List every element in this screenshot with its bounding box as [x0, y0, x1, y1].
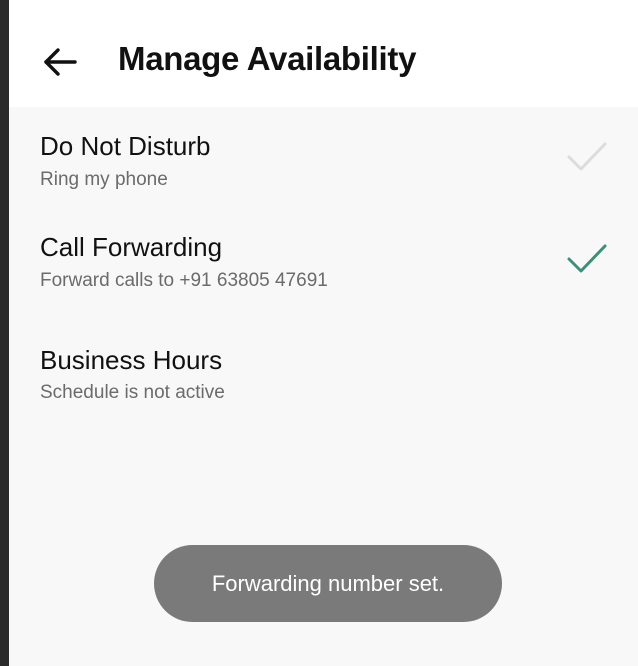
window-edge	[0, 0, 9, 666]
checkmark-icon	[567, 142, 607, 171]
status-strip	[9, 0, 638, 10]
list-item-do-not-disturb[interactable]: Do Not Disturb Ring my phone	[9, 107, 638, 207]
list-item-call-forwarding[interactable]: Call Forwarding Forward calls to +91 638…	[9, 208, 638, 308]
item-title: Call Forwarding	[40, 232, 223, 262]
item-subtitle: Schedule is not active	[40, 382, 225, 403]
toast-message: Forwarding number set.	[211, 570, 445, 596]
back-button[interactable]	[40, 42, 80, 82]
item-subtitle: Forward calls to +91 63805 47691	[40, 270, 328, 291]
item-title: Do Not Disturb	[40, 131, 211, 161]
app-frame: Manage Availability Do Not Disturb Ring …	[0, 0, 638, 666]
page-title: Manage Availability	[118, 40, 417, 77]
item-subtitle: Ring my phone	[40, 169, 168, 190]
toast-notification: Forwarding number set.	[154, 545, 502, 622]
checkmark-icon	[567, 244, 607, 273]
item-title: Business Hours	[40, 345, 223, 375]
app-bar: Manage Availability	[9, 10, 638, 107]
arrow-left-icon	[44, 48, 77, 76]
list-item-business-hours[interactable]: Business Hours Schedule is not active	[9, 321, 638, 421]
